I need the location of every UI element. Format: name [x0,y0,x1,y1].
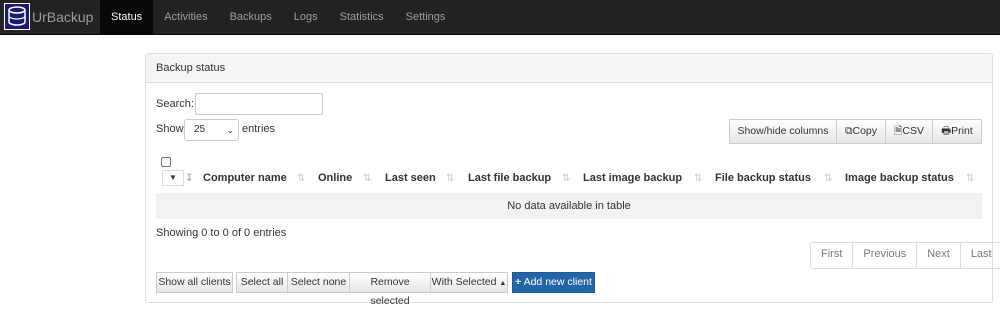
page-previous[interactable]: Previous [852,243,916,268]
add-new-client-button[interactable]: + Add new client [512,272,595,293]
row-actions-dropdown[interactable]: ▼ [162,170,184,186]
with-selected-label: With Selected [431,276,497,288]
sort-icon: ⇅ [446,173,455,184]
table-header: ▼ ↧ Computer name ⇅ Online ⇅ Last seen ⇅… [156,166,982,191]
col-file-backup-status[interactable]: File backup status [715,166,811,191]
entries-label: entries [242,123,276,135]
backup-status-panel: Backup status Search: Show 25 ⌄ entries … [145,53,1000,307]
show-label: Show [156,123,184,135]
entries-per-page-select[interactable]: 25 ⌄ [184,119,239,141]
nav-status[interactable]: Status [100,0,154,34]
show-all-clients-button[interactable]: Show all clients [156,272,233,293]
col-online[interactable]: Online [318,166,352,191]
copy-button[interactable]: ⧉Copy [836,119,886,144]
col-computer-name[interactable]: Computer name [203,166,287,191]
sort-icon: ⇅ [966,173,975,184]
page-first[interactable]: First [811,243,852,268]
remove-selected-button[interactable]: Remove selected [349,272,431,307]
sort-icon: ↧ [185,173,194,184]
select-all-button[interactable]: Select all [236,272,288,293]
print-label: Print [951,125,973,137]
page-next[interactable]: Next [916,243,960,268]
print-icon: 🖶 [941,125,952,137]
nav-settings[interactable]: Settings [395,0,457,34]
sort-icon: ⇅ [694,173,703,184]
nav-statistics[interactable]: Statistics [329,0,395,34]
empty-table-row: No data available in table [156,193,982,219]
nav-logs[interactable]: Logs [283,0,329,34]
show-hide-columns-button[interactable]: Show/hide columns [729,119,837,144]
sort-icon: ⇅ [824,173,833,184]
table-info: Showing 0 to 0 of 0 entries [156,227,287,239]
select-none-button[interactable]: Select none [287,272,350,293]
plus-icon: + [515,276,522,288]
with-selected-dropdown[interactable]: With Selected ▲ [430,272,508,293]
csv-label: CSV [902,125,925,137]
urbackup-logo-icon[interactable] [4,3,30,30]
csv-button[interactable]: 🗎CSV [885,119,933,144]
main-nav: Status Activities Backups Logs Statistic… [100,0,456,34]
col-image-backup-status[interactable]: Image backup status [845,166,954,191]
pagination: First Previous Next Last [810,242,1000,269]
sort-icon: ⇅ [297,173,306,184]
add-new-client-label: Add new client [523,276,592,288]
page-last[interactable]: Last [959,243,1000,268]
entries-per-page-value: 25 [194,124,206,135]
nav-activities[interactable]: Activities [153,0,218,34]
search-label: Search: [156,98,194,110]
col-last-file-backup[interactable]: Last file backup [468,166,551,191]
caret-up-icon: ▲ [499,280,507,287]
copy-label: Copy [852,125,877,137]
sort-icon: ⇅ [562,173,571,184]
col-last-image-backup[interactable]: Last image backup [583,166,682,191]
brand-name[interactable]: UrBackup [32,0,93,34]
sort-icon: ⇅ [363,173,372,184]
panel-title: Backup status [146,54,992,83]
nav-backups[interactable]: Backups [219,0,283,34]
navbar: UrBackup Status Activities Backups Logs … [0,0,1000,35]
print-button[interactable]: 🖶Print [932,119,982,144]
search-input[interactable] [195,93,323,115]
col-last-seen[interactable]: Last seen [385,166,436,191]
chevron-down-icon: ⌄ [226,125,234,135]
caret-down-icon: ▼ [169,173,177,182]
